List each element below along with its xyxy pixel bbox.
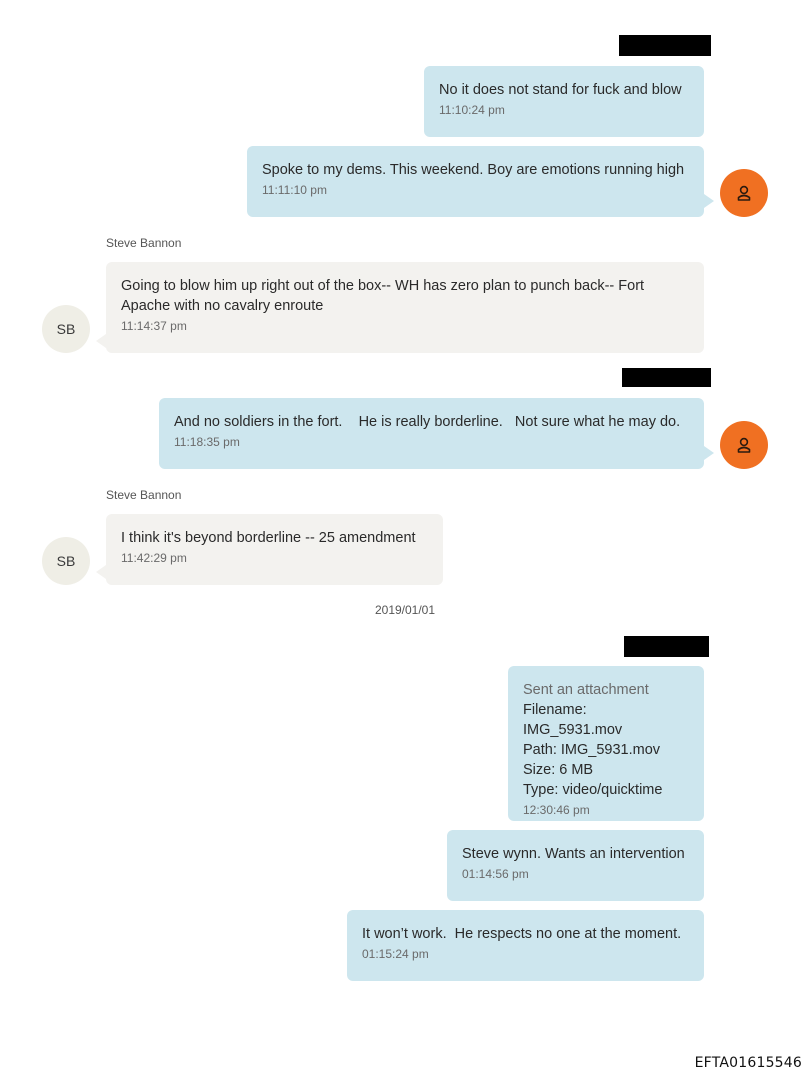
attachment-path: Path: IMG_5931.mov xyxy=(523,742,661,758)
contact-avatar: SB xyxy=(42,305,90,353)
bubble-tail xyxy=(96,334,106,348)
message-text: I think it's beyond borderline -- 25 ame… xyxy=(121,530,416,546)
message-timestamp: 11:14:37 pm xyxy=(121,319,187,333)
message-bubble-outgoing: And no soldiers in the fort. He is reall… xyxy=(159,398,704,469)
message-bubble-outgoing: Spoke to my dems. This weekend. Boy are … xyxy=(247,146,704,217)
redaction-bar xyxy=(619,35,711,56)
message-text: It won’t work. He respects no one at the… xyxy=(362,926,682,942)
message-text: Steve wynn. Wants an intervention xyxy=(462,846,685,862)
person-icon xyxy=(737,185,751,201)
message-timestamp: 11:18:35 pm xyxy=(174,435,240,449)
message-timestamp: 01:14:56 pm xyxy=(462,867,529,881)
message-timestamp: 12:30:46 pm xyxy=(523,803,590,817)
message-text: Spoke to my dems. This weekend. Boy are … xyxy=(262,162,685,178)
attachment-bubble[interactable]: Sent an attachment Filename: IMG_5931.mo… xyxy=(508,666,704,821)
message-bubble-outgoing: It won’t work. He respects no one at the… xyxy=(347,910,704,981)
redaction-bar xyxy=(624,636,709,657)
message-text: No it does not stand for fuck and blow xyxy=(439,82,682,98)
message-bubble-incoming: I think it's beyond borderline -- 25 ame… xyxy=(106,514,443,585)
person-icon xyxy=(737,437,751,453)
attachment-filename: Filename: IMG_5931.mov xyxy=(523,702,623,738)
sender-name: Steve Bannon xyxy=(106,488,182,502)
message-timestamp: 01:15:24 pm xyxy=(362,947,429,961)
message-timestamp: 11:42:29 pm xyxy=(121,551,187,565)
user-avatar xyxy=(720,421,768,469)
attachment-type: Type: video/quicktime xyxy=(523,782,663,798)
message-bubble-incoming: Going to blow him up right out of the bo… xyxy=(106,262,704,353)
sender-name: Steve Bannon xyxy=(106,236,182,250)
message-timestamp: 11:11:10 pm xyxy=(262,183,327,197)
attachment-header: Sent an attachment xyxy=(523,682,649,698)
document-id: EFTA01615546 xyxy=(694,1055,802,1071)
attachment-size: Size: 6 MB xyxy=(523,762,594,778)
message-bubble-outgoing: Steve wynn. Wants an intervention 01:14:… xyxy=(447,830,704,901)
user-avatar xyxy=(720,169,768,217)
date-separator: 2019/01/01 xyxy=(374,603,436,617)
bubble-tail xyxy=(704,194,714,208)
bubble-tail xyxy=(96,565,106,579)
contact-avatar: SB xyxy=(42,537,90,585)
bubble-tail xyxy=(704,446,714,460)
message-timestamp: 11:10:24 pm xyxy=(439,103,505,117)
redaction-bar xyxy=(622,368,711,387)
message-bubble-outgoing: No it does not stand for fuck and blow 1… xyxy=(424,66,704,137)
message-text: Going to blow him up right out of the bo… xyxy=(121,278,645,314)
message-text: And no soldiers in the fort. He is reall… xyxy=(174,414,681,430)
